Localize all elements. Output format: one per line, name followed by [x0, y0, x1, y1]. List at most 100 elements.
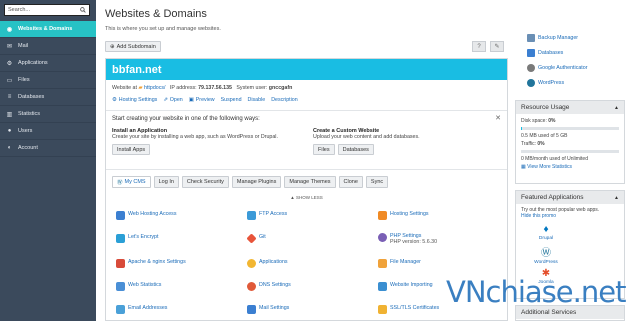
- featured-applications-header[interactable]: Featured Applications ▲: [516, 191, 624, 204]
- tool-mail-settings[interactable]: Mail Settings: [247, 305, 289, 314]
- sidebar-item-account[interactable]: ◐ Account: [0, 140, 96, 157]
- tool-hosting-settings[interactable]: Hosting Settings: [378, 211, 429, 220]
- tool-php-settings[interactable]: PHP Settings PHP version: 5.6.30: [378, 233, 437, 245]
- hosting-settings-link[interactable]: ⚙ Hosting Settings: [112, 97, 157, 103]
- httpdocs-link[interactable]: httpdocs/: [144, 85, 166, 91]
- disable-link[interactable]: Disable: [248, 97, 266, 103]
- apache-icon: [116, 259, 125, 268]
- help-button[interactable]: ?: [472, 41, 486, 52]
- right-column: Backup Manager Databases Google Authenti…: [515, 0, 627, 321]
- custom-website-section: Create a Custom Website Upload your web …: [313, 128, 503, 155]
- email-icon: [116, 305, 125, 314]
- tool-applications[interactable]: Applications: [247, 259, 288, 268]
- sidebar-item-mail[interactable]: ✉ Mail: [0, 38, 96, 55]
- tool-web-hosting-access[interactable]: Web Hosting Access: [116, 211, 176, 220]
- collapse-icon[interactable]: ▲: [614, 105, 619, 111]
- tool-apache-nginx-settings[interactable]: Apache & nginx Settings: [116, 259, 186, 268]
- search-input[interactable]: Search...: [4, 4, 90, 16]
- account-icon: ◐: [7, 145, 12, 151]
- web-hosting-icon: [116, 211, 125, 220]
- tool-web-statistics[interactable]: Web Statistics: [116, 282, 161, 291]
- tab-manage-plugins[interactable]: Manage Plugins: [231, 176, 282, 188]
- git-icon: [246, 233, 257, 244]
- search-icon[interactable]: [80, 7, 86, 15]
- folder-icon: ▭: [6, 77, 13, 84]
- tab-log-in[interactable]: Log In: [153, 176, 179, 188]
- add-subdomain-button[interactable]: ⊕ Add Subdomain: [105, 41, 161, 52]
- link-wordpress[interactable]: WordPress: [515, 75, 625, 90]
- domain-header[interactable]: bbfan.net: [106, 59, 507, 80]
- applications-icon: [247, 259, 256, 268]
- sidebar-item-files[interactable]: ▭ Files: [0, 72, 96, 89]
- wordpress-icon: Ⓦ: [117, 180, 123, 186]
- mail-icon: ✉: [6, 43, 13, 50]
- tool-ssl-tls-certificates[interactable]: SSL/TLS Certificates: [378, 305, 439, 314]
- view-more-statistics-link[interactable]: ▦ View More Statistics: [521, 164, 619, 171]
- tab-sync[interactable]: Sync: [365, 176, 389, 188]
- main-content: Websites & Domains This is where you set…: [100, 0, 512, 321]
- collapse-icon[interactable]: ▲: [614, 195, 619, 201]
- chart-icon: ▥: [6, 111, 13, 118]
- tab-my-cms[interactable]: Ⓦ My CMS: [112, 176, 151, 188]
- ssl-icon: [378, 305, 387, 314]
- link-databases[interactable]: Databases: [515, 45, 625, 60]
- sidebar-item-users[interactable]: ● Users: [0, 123, 96, 140]
- description-link[interactable]: Description: [271, 97, 298, 103]
- link-backup-manager[interactable]: Backup Manager: [515, 30, 625, 45]
- sidebar-item-statistics[interactable]: ▥ Statistics: [0, 106, 96, 123]
- tools-button[interactable]: ✎: [490, 41, 504, 52]
- tab-manage-themes[interactable]: Manage Themes: [284, 176, 336, 188]
- tool-ftp-access[interactable]: FTP Access: [247, 211, 287, 220]
- watermark-logo: VNchiase.net: [446, 275, 626, 309]
- databases-button[interactable]: Databases: [337, 144, 374, 155]
- sidebar-item-applications[interactable]: ⚙ Applications: [0, 55, 96, 72]
- settings-icon: ⚙: [112, 97, 117, 103]
- tool-git[interactable]: Git: [246, 233, 266, 244]
- disk-usage-bar: [521, 126, 619, 130]
- wordpress-toolbar: Ⓦ My CMS Log In Check Security Manage Pl…: [112, 176, 389, 188]
- tool-lets-encrypt[interactable]: Let's Encrypt: [116, 234, 158, 243]
- php-icon: [378, 233, 387, 242]
- page-title: Websites & Domains: [105, 8, 207, 20]
- tool-email-addresses[interactable]: Email Addresses: [116, 305, 167, 314]
- install-apps-button[interactable]: Install Apps: [112, 144, 151, 155]
- dns-icon: [247, 282, 256, 291]
- open-icon: ⇗: [163, 97, 168, 103]
- wordpress-icon: Ⓦ: [541, 247, 551, 259]
- globe-icon: ◉: [6, 26, 13, 33]
- tool-website-importing[interactable]: Website Importing: [378, 282, 433, 291]
- database-icon: ≡: [7, 94, 12, 100]
- resource-usage-header[interactable]: Resource Usage ▲: [516, 101, 624, 114]
- divider: [106, 110, 507, 111]
- featured-app-drupal[interactable]: ♦ Drupal: [521, 221, 571, 243]
- suspend-link[interactable]: Suspend: [221, 97, 242, 103]
- link-google-authenticator[interactable]: Google Authenticator: [515, 60, 625, 75]
- tab-clone[interactable]: Clone: [338, 176, 363, 188]
- resource-usage-panel: Resource Usage ▲ Disk space: 0% 0.5 MB u…: [515, 100, 625, 184]
- sidebar-item-databases[interactable]: ≡ Databases: [0, 89, 96, 106]
- open-link[interactable]: ⇗ Open: [163, 97, 182, 103]
- files-button[interactable]: Files: [313, 144, 335, 155]
- sidebar-item-websites-domains[interactable]: ◉ Websites & Domains: [0, 21, 96, 38]
- drupal-icon: ♦: [543, 223, 549, 235]
- tool-dns-settings[interactable]: DNS Settings: [247, 282, 291, 291]
- featured-app-wordpress[interactable]: Ⓦ WordPress: [521, 243, 571, 265]
- lets-encrypt-icon: [116, 234, 125, 243]
- preview-link[interactable]: ▣ Preview: [189, 97, 215, 103]
- divider: [106, 169, 507, 170]
- tab-check-security[interactable]: Check Security: [181, 176, 229, 188]
- tool-file-manager[interactable]: File Manager: [378, 259, 421, 268]
- close-icon[interactable]: ✕: [495, 114, 501, 122]
- apps-icon: ⚙: [6, 60, 13, 67]
- ftp-icon: [247, 211, 256, 220]
- import-icon: [378, 282, 387, 291]
- add-icon: ⊕: [110, 43, 115, 50]
- install-app-section: Install an Application Create your site …: [112, 128, 302, 155]
- site-actions: ⚙ Hosting Settings ⇗ Open ▣ Preview Suspend…: [112, 97, 298, 103]
- domain-name[interactable]: bbfan.net: [112, 64, 162, 76]
- page-subtitle: This is where you set up and manage webs…: [105, 26, 221, 32]
- show-less-toggle[interactable]: ▲ SHOW LESS: [106, 195, 507, 200]
- traffic-usage-bar: [521, 149, 619, 153]
- quick-links: Backup Manager Databases Google Authenti…: [515, 30, 625, 90]
- wrench-icon: ✎: [494, 44, 500, 50]
